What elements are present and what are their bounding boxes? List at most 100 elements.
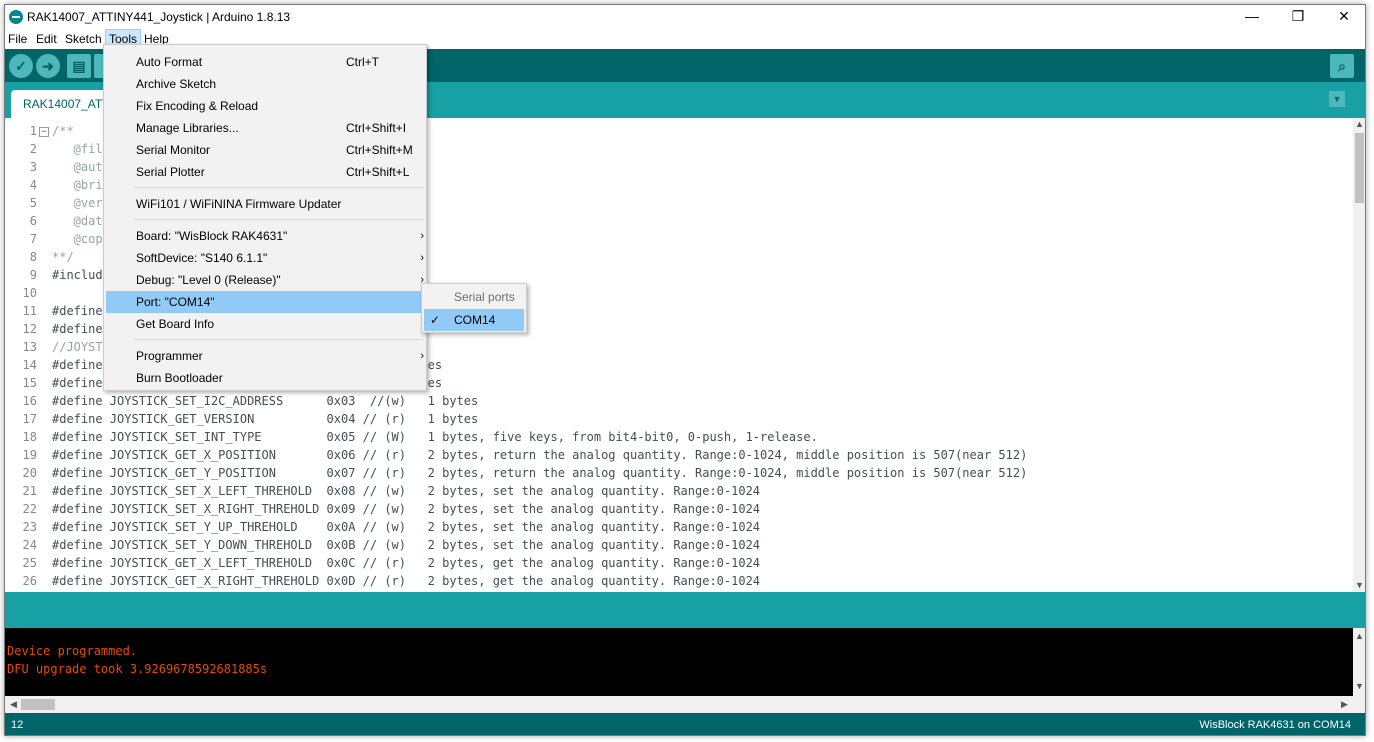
line-number: 22 — [22, 502, 37, 516]
tools-item-auto-format[interactable]: Auto Format Ctrl+T — [106, 51, 424, 73]
tools-item-serial-monitor[interactable]: Serial Monitor Ctrl+Shift+M — [106, 139, 424, 161]
code-line: 23 #define JOYSTICK_SET_Y_UP_THREHOLD 0x0… — [5, 518, 1353, 536]
line-number: 26 — [22, 574, 37, 588]
tools-item-get-board-info[interactable]: Get Board Info — [106, 313, 424, 335]
tools-menu: Auto Format Ctrl+T Archive Sketch Fix Encod… — [103, 44, 427, 391]
checkmark-icon: ✓ — [430, 313, 441, 327]
menu-item-label: WiFi101 / WiFiNINA Firmware Updater — [136, 197, 342, 211]
menu-separator — [134, 219, 424, 220]
code-line: 26 #define JOYSTICK_GET_X_RIGHT_THREHOLD … — [5, 572, 1353, 590]
menu-item-label: Board: "WisBlock RAK4631" — [136, 229, 288, 243]
scroll-down-icon[interactable]: ▼ — [1353, 579, 1365, 592]
menu-file[interactable]: File — [5, 29, 30, 49]
menu-item-label: Auto Format — [136, 55, 203, 69]
close-button[interactable]: ✕ — [1321, 5, 1365, 29]
menu-item-label: Serial Plotter — [136, 165, 205, 179]
code-line: 25 #define JOYSTICK_GET_X_LEFT_THREHOLD 0… — [5, 554, 1353, 572]
code-line: 19 #define JOYSTICK_GET_X_POSITION 0x06 /… — [5, 446, 1353, 464]
footer-bar: 12 WisBlock RAK4631 on COM14 — [5, 713, 1365, 735]
console-horizontal-scrollbar[interactable]: ◀ ▶ — [5, 696, 1353, 713]
menu-edit[interactable]: Edit — [33, 29, 60, 49]
code-text: #define JOYSTICK_SET_X_LEFT_THREHOLD 0x0… — [52, 484, 761, 498]
serial-monitor-icon[interactable]: ⌕ — [1330, 54, 1354, 78]
menu-separator — [134, 339, 424, 340]
submenu-arrow-icon: › — [420, 230, 424, 242]
scroll-thumb[interactable] — [1355, 133, 1364, 203]
menu-item-label: Get Board Info — [136, 317, 215, 331]
tools-item-burn-bootloader[interactable]: Burn Bootloader — [106, 367, 424, 389]
line-number: 20 — [22, 466, 37, 480]
restore-button[interactable]: ❐ — [1275, 5, 1321, 29]
menu-item-label: Debug: "Level 0 (Release)" — [136, 273, 281, 287]
editor-scrollbar[interactable]: ▲ ▼ — [1353, 118, 1365, 592]
line-number: 3 — [29, 160, 37, 174]
port-submenu: Serial ports ✓ COM14 — [421, 283, 527, 333]
code-text: #define JOYSTICK_SET_Y_UP_THREHOLD 0x0A … — [52, 520, 761, 534]
tools-item-programmer[interactable]: Programmer › — [106, 345, 424, 367]
tools-item-port-com14[interactable]: Port: "COM14"› — [106, 291, 424, 313]
console-scrollbar[interactable]: ▲ ▼ — [1353, 628, 1365, 696]
minimize-button[interactable]: — — [1229, 5, 1275, 29]
console-line: Device programmed. — [7, 644, 138, 658]
fold-icon[interactable]: − — [39, 126, 49, 137]
tab-sketch[interactable]: RAK14007_ATTINY441_Joystick — [11, 90, 111, 118]
line-number: 7 — [29, 232, 37, 246]
menu-separator — [134, 187, 424, 188]
line-number: 14 — [22, 358, 37, 372]
code-line: 22 #define JOYSTICK_SET_X_RIGHT_THREHOLD … — [5, 500, 1353, 518]
scroll-up-icon[interactable]: ▲ — [1353, 118, 1365, 131]
line-number: 9 — [29, 268, 37, 282]
line-number: 1 — [29, 124, 37, 138]
scroll-up-icon[interactable]: ▲ — [1353, 630, 1365, 643]
verify-icon[interactable]: ✓ — [9, 54, 33, 78]
menu-item-label: Manage Libraries... — [136, 121, 239, 135]
code-line: 21 #define JOYSTICK_SET_X_LEFT_THREHOLD 0… — [5, 482, 1353, 500]
code-line: 16 #define JOYSTICK_SET_I2C_ADDRESS 0x03 … — [5, 392, 1353, 410]
line-number: 13 — [22, 340, 37, 354]
line-number: 5 — [29, 196, 37, 210]
line-number: 23 — [22, 520, 37, 534]
tools-item-softdevice-s140-6-1-1[interactable]: SoftDevice: "S140 6.1.1" › — [106, 247, 424, 269]
port-item-com14[interactable]: ✓ COM14 — [424, 309, 524, 331]
tab-menu-icon[interactable]: ▼ — [1329, 91, 1345, 107]
line-number: 6 — [29, 214, 37, 228]
scroll-thumb[interactable] — [21, 699, 55, 710]
board-port-status: WisBlock RAK4631 on COM14 — [1199, 719, 1351, 731]
code-line: 20 #define JOYSTICK_GET_Y_POSITION 0x07 /… — [5, 464, 1353, 482]
menu-item-label: SoftDevice: "S140 6.1.1" — [136, 251, 268, 265]
code-line: 17 #define JOYSTICK_GET_VERSION 0x04 // (… — [5, 410, 1353, 428]
tools-item-board-wisblock-rak4631[interactable]: Board: "WisBlock RAK4631" › — [106, 225, 424, 247]
tools-item-archive-sketch[interactable]: Archive Sketch — [106, 73, 424, 95]
tools-item-wifi101-wifinina-firmware-updater[interactable]: WiFi101 / WiFiNINA Firmware Updater — [106, 193, 424, 215]
arduino-logo-icon — [9, 10, 23, 24]
line-number: 8 — [29, 250, 37, 264]
line-number: 25 — [22, 556, 37, 570]
menu-item-label: Burn Bootloader — [136, 371, 223, 385]
tools-item-manage-libraries[interactable]: Manage Libraries... Ctrl+Shift+I — [106, 117, 424, 139]
scroll-left-icon[interactable]: ◀ — [7, 698, 20, 711]
code-text: #define JOYSTICK_SET_INT_TYPE 0x05 // (W… — [52, 430, 818, 444]
code-text: **/ — [52, 250, 74, 264]
menu-sketch[interactable]: Sketch — [62, 29, 105, 49]
code-text: #define JOYSTICK_GET_VERSION 0x04 // (r)… — [52, 412, 479, 426]
line-number: 19 — [22, 448, 37, 462]
scroll-down-icon[interactable]: ▼ — [1353, 680, 1365, 693]
line-number: 12 — [22, 322, 37, 336]
submenu-arrow-icon: › — [420, 252, 424, 264]
code-text: #define JOYSTICK_GET_X_RIGHT_THREHOLD 0x… — [52, 574, 761, 588]
upload-icon[interactable]: ➜ — [36, 54, 60, 78]
code-text: /** — [52, 124, 74, 138]
line-number: 4 — [29, 178, 37, 192]
submenu-arrow-icon: › — [420, 350, 424, 362]
console-line: DFU upgrade took 3.9269678592681885s — [7, 662, 268, 676]
tools-item-debug-level-0-release[interactable]: Debug: "Level 0 (Release)" › — [106, 269, 424, 291]
menu-item-label: Fix Encoding & Reload — [136, 99, 259, 113]
tools-item-serial-plotter[interactable]: Serial Plotter Ctrl+Shift+L — [106, 161, 424, 183]
tools-item-fix-encoding-reload[interactable]: Fix Encoding & Reload — [106, 95, 424, 117]
scroll-right-icon[interactable]: ▶ — [1338, 698, 1351, 711]
code-text: #define JOYSTICK_SET_X_RIGHT_THREHOLD 0x… — [52, 502, 761, 516]
line-number: 16 — [22, 394, 37, 408]
code-line: 24 #define JOYSTICK_SET_Y_DOWN_THREHOLD 0… — [5, 536, 1353, 554]
new-icon[interactable]: ▤ — [67, 54, 91, 78]
code-text: #define JOYSTICK_GET_Y_POSITION 0x07 // … — [52, 466, 1028, 480]
